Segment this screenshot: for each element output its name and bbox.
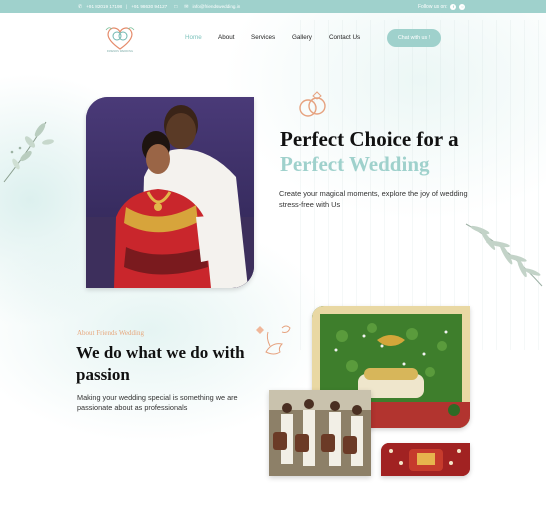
nav-item-home[interactable]: Home [185,34,202,41]
nav-item-gallery[interactable]: Gallery [292,34,312,41]
drummers-image [269,390,371,476]
nav-item-services[interactable]: Services [251,34,275,41]
phone-number-2[interactable]: +91 98630 94127 [131,4,167,9]
couple-image [86,97,254,288]
palm-leaf-icon [465,223,543,287]
phone-number-1[interactable]: +91 82019 17198 [86,4,122,9]
contact-info: ✆ +91 82019 17198 | +91 98630 94127 □ ✉ … [78,0,240,13]
nav-item-contact[interactable]: Contact Us [329,34,360,41]
logo-text: FRIENDS WEDDING [106,50,134,53]
email-address[interactable]: info@friendswedding.in [192,4,240,9]
follow-label: Follow us on: [418,3,448,10]
background-texture [300,20,546,350]
separator: | [126,4,128,9]
phone-icon: ✆ [78,3,83,10]
wedding-rings-icon [299,91,326,117]
page: ✆ +91 82019 17198 | +91 98630 94127 □ ✉ … [0,0,546,531]
hero-subtitle: Create your magical moments, explore the… [279,189,468,209]
hero-couple-photo [86,97,254,288]
about-subtitle: Making your wedding special is something… [77,393,238,412]
hero-title-line-2: Perfect Wedding [280,152,430,176]
social-links: Follow us on: f ○ [418,0,466,13]
gallery-decor-photo [381,443,470,476]
hero-title-line-1: Perfect Choice for a [280,127,459,151]
facebook-icon[interactable]: f [450,3,457,10]
doves-icon [256,325,291,355]
email-icon: ✉ [184,3,189,10]
whatsapp-icon: □ [174,3,178,10]
hero-title: Perfect Choice for a Perfect Wedding [280,127,459,177]
instagram-icon[interactable]: ○ [459,3,466,10]
leaf-branch-icon [3,121,54,183]
decor-image [381,443,470,476]
gallery-drummers-photo [269,390,371,476]
chat-button[interactable]: Chat with us ! [387,29,441,47]
about-label: About Friends Wedding [77,329,144,337]
nav-item-about[interactable]: About [218,34,234,41]
top-bar: ✆ +91 82019 17198 | +91 98630 94127 □ ✉ … [0,0,546,13]
